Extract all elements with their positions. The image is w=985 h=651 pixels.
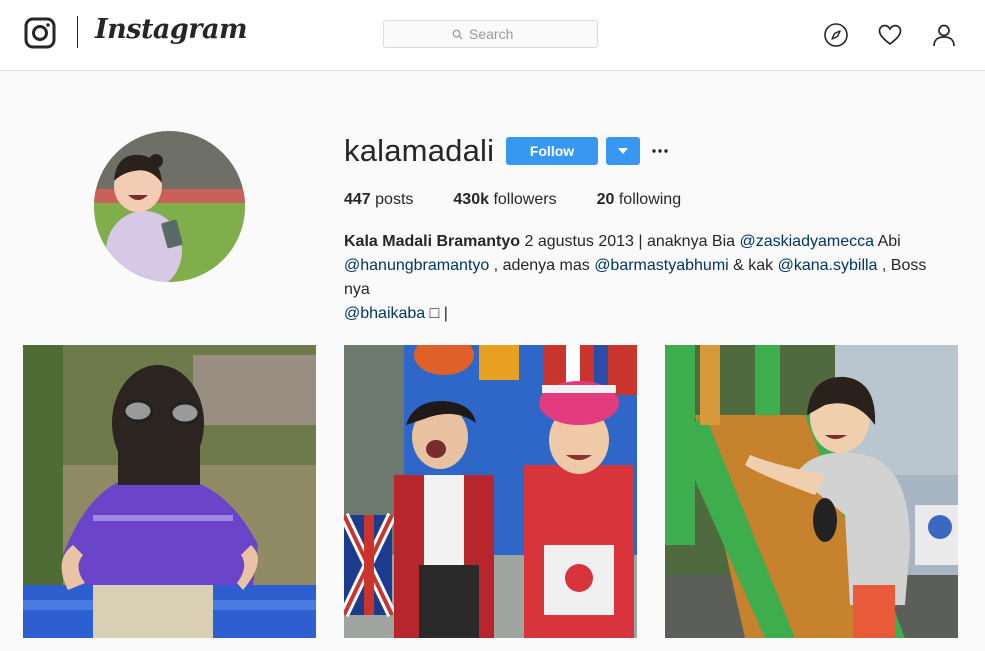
- top-navigation: Instagram: [0, 0, 985, 71]
- heart-icon: [878, 24, 902, 46]
- followers-label: followers: [493, 191, 557, 208]
- bio-mention[interactable]: @hanungbramantyo: [344, 257, 489, 274]
- following-count: 20: [596, 191, 615, 208]
- bio-text: & kak: [728, 257, 778, 274]
- activity-button[interactable]: [877, 22, 903, 48]
- bio-mention[interactable]: @zaskiadyamecca: [739, 233, 874, 250]
- posts-label: posts: [375, 191, 414, 208]
- instagram-logo-icon[interactable]: [24, 17, 56, 49]
- bio-text: , adenya mas: [489, 257, 595, 274]
- followers-stat[interactable]: 430k followers: [453, 191, 556, 209]
- ellipsis-icon: [652, 149, 668, 153]
- bio-mention[interactable]: @barmastyabhumi: [594, 257, 729, 274]
- following-label: following: [618, 191, 682, 208]
- instagram-wordmark[interactable]: Instagram: [95, 14, 248, 45]
- posts-count: 447: [344, 191, 371, 208]
- search-box[interactable]: [383, 20, 598, 48]
- profile-avatar[interactable]: [94, 131, 245, 282]
- bio-text: □ |: [425, 305, 448, 322]
- profile-stats: 447 posts 430k followers 20 following: [344, 191, 721, 209]
- post-thumbnail[interactable]: [344, 345, 637, 638]
- profile-button[interactable]: [931, 22, 957, 48]
- bio-mention[interactable]: @bhaikaba: [344, 305, 425, 322]
- nav-divider: [77, 16, 78, 48]
- caret-down-icon: [618, 148, 628, 154]
- following-stat[interactable]: 20 following: [597, 191, 682, 209]
- bio-mention[interactable]: @kana.sybilla: [778, 257, 878, 274]
- profile-bio: Kala Madali Bramantyo 2 agustus 2013 | a…: [344, 230, 954, 326]
- bio-text: 2 agustus 2013 | anaknya Bia: [520, 233, 740, 250]
- search-input[interactable]: [469, 26, 529, 42]
- suggestions-dropdown-button[interactable]: [606, 137, 640, 165]
- follow-button[interactable]: Follow: [506, 137, 598, 165]
- bio-text: Abi: [874, 233, 901, 250]
- user-icon: [933, 24, 955, 47]
- search-icon: [452, 29, 463, 40]
- bio-full-name: Kala Madali Bramantyo: [344, 233, 521, 250]
- compass-icon: [824, 23, 848, 47]
- profile-username: kalamadali: [344, 133, 495, 168]
- explore-button[interactable]: [823, 22, 849, 48]
- more-options-button[interactable]: [650, 141, 670, 161]
- posts-stat: 447 posts: [344, 191, 413, 209]
- post-thumbnail[interactable]: [23, 345, 316, 638]
- post-thumbnail[interactable]: [665, 345, 958, 638]
- followers-count: 430k: [453, 191, 489, 208]
